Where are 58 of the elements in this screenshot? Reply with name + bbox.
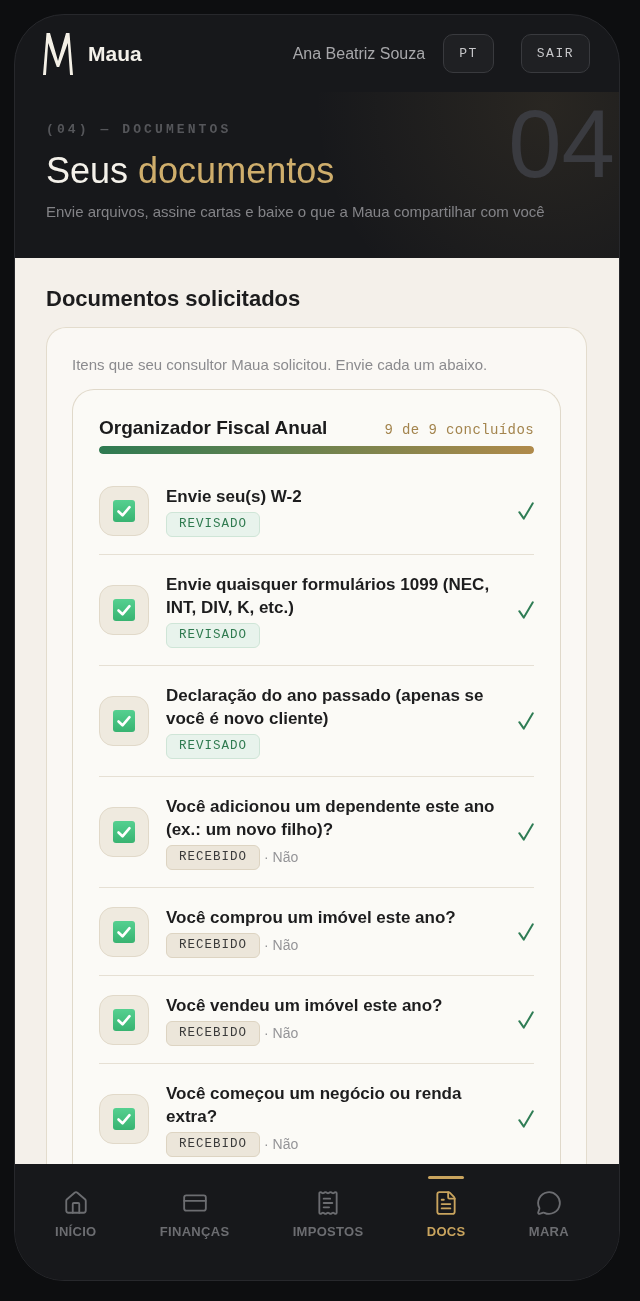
user-name: Ana Beatriz Souza [292, 44, 426, 63]
card-intro: Itens que seu consultor Maua solicitou. Envie cada um abaixo. [72, 355, 488, 375]
logo-icon [42, 32, 74, 75]
nav-tab[interactable]: DOCS [426, 1176, 466, 1240]
item-title: Você comprou um imóvel este ano? [166, 906, 457, 929]
chat-bubble-icon [535, 1190, 562, 1216]
checkbox[interactable] [99, 696, 149, 746]
checked-box-icon [113, 710, 135, 732]
status-tag: REVISADO [166, 622, 260, 648]
status-tag: REVISADO [166, 511, 260, 537]
item-title: Você começou um negócio ou renda extra? [166, 1082, 463, 1128]
section-title: Documentos solicitados [46, 286, 301, 312]
answer-text: · Não [264, 1136, 299, 1152]
item-title: Envie seu(s) W-2 [166, 485, 303, 508]
checkbox[interactable] [99, 994, 149, 1045]
check-icon [518, 1110, 534, 1128]
nav-tab[interactable]: MARA [528, 1176, 569, 1240]
language-button[interactable]: PT [443, 34, 494, 73]
item-title: Declaração do ano passado (apenas se você é novo cliente) [166, 684, 485, 730]
answer-text: · Não [264, 849, 299, 865]
status-tag: REVISADO [166, 733, 260, 759]
status-tag: RECEBIDO [166, 1020, 260, 1046]
checked-box-icon [113, 499, 135, 522]
section-eyebrow: (04) — DOCUMENTOS [46, 122, 232, 138]
checked-box-icon [113, 821, 135, 843]
page-subtitle: Envie arquivos, assine cartas e baixe o que a Maua compartilhar com você [46, 203, 545, 221]
item-title: Você adicionou um dependente este ano (ex.: um novo filho)? [166, 795, 496, 841]
item-title: Você vendeu um imóvel este ano? [166, 994, 444, 1017]
item-title: Envie quaisquer formulários 1099 (NEC, INT, DIV, K, etc.) [166, 573, 491, 619]
home-icon [62, 1190, 89, 1216]
checkbox[interactable] [99, 1094, 149, 1144]
check-icon [518, 922, 534, 941]
progress-text: 9 de 9 concluídos [384, 422, 534, 438]
check-icon [518, 712, 534, 730]
checkbox[interactable] [99, 807, 149, 857]
status-tag: RECEBIDO [166, 932, 260, 958]
status-tag: RECEBIDO [166, 844, 260, 870]
brand-name: Maua [88, 41, 142, 66]
checkbox[interactable] [99, 906, 149, 957]
checked-box-icon [113, 920, 135, 943]
page-title: Seus documentos [46, 149, 335, 193]
answer-text: · Não [264, 937, 299, 953]
answer-text: · Não [264, 1025, 299, 1041]
status-tag: RECEBIDO [166, 1131, 260, 1157]
checkbox[interactable] [99, 585, 149, 635]
check-icon [518, 501, 534, 520]
check-icon [518, 1010, 534, 1029]
check-icon [518, 823, 534, 841]
logout-button[interactable]: SAIR [520, 34, 590, 73]
nav-tab[interactable]: INÍCIO [55, 1176, 97, 1240]
nav-tab[interactable]: FINANÇAS [159, 1176, 230, 1240]
checklist-title: Organizador Fiscal Anual [99, 416, 328, 440]
checked-box-icon [113, 1108, 135, 1130]
nav-tab[interactable]: IMPOSTOS [292, 1176, 364, 1240]
checked-box-icon [113, 599, 135, 621]
checkbox[interactable] [99, 485, 149, 536]
check-icon [518, 601, 534, 619]
checked-box-icon [113, 1008, 135, 1031]
